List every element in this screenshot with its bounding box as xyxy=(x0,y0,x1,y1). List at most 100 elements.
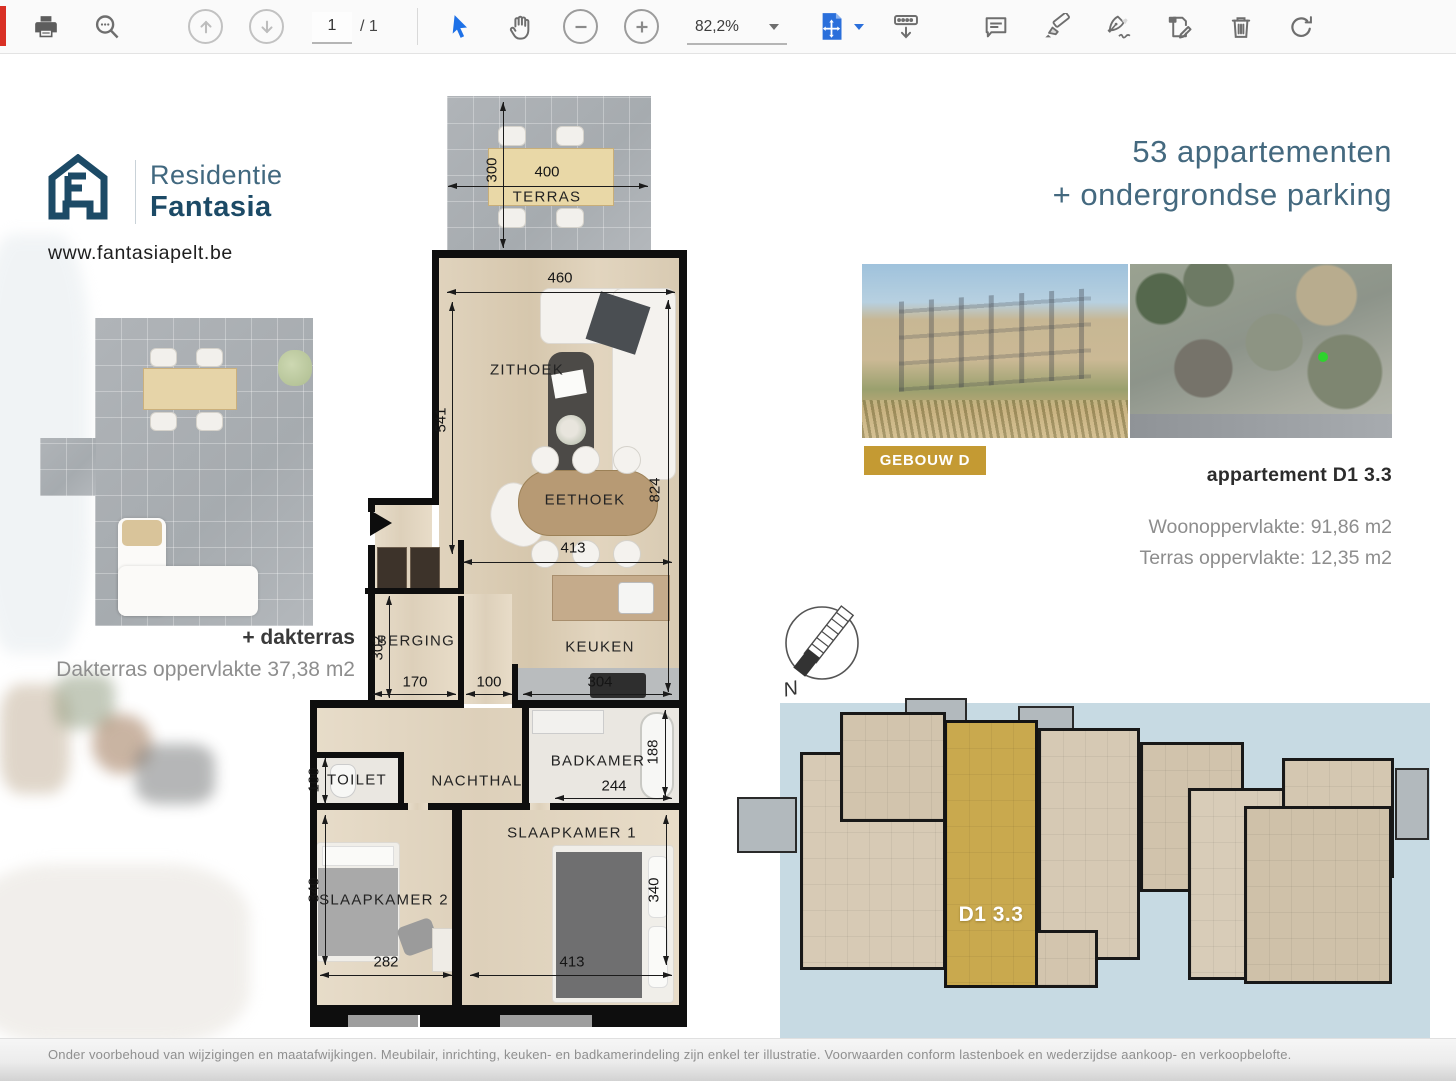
wall xyxy=(458,540,464,592)
wall xyxy=(368,498,439,505)
furniture-chair xyxy=(613,540,641,568)
dimension-line xyxy=(470,975,672,976)
furniture-cushion xyxy=(122,520,162,546)
overview-unit-highlighted xyxy=(944,720,1038,988)
comment-tool-button[interactable] xyxy=(978,0,1014,53)
dimension-label: 244 xyxy=(601,778,626,795)
compass-n-label: N xyxy=(781,677,800,701)
headline-line2: + ondergrondse parking xyxy=(890,173,1392,216)
page-footer: Onder voorbehoud van wijzigingen en maat… xyxy=(0,1038,1456,1081)
fit-page-button[interactable] xyxy=(814,0,848,53)
floor-overview: D1 3.3 xyxy=(780,703,1430,1040)
wall xyxy=(310,700,464,708)
zoom-out-button[interactable] xyxy=(563,0,598,53)
furniture-blanket xyxy=(318,868,398,956)
wall xyxy=(316,803,679,810)
zoom-in-button[interactable] xyxy=(624,0,659,53)
furniture-chair xyxy=(150,412,177,431)
dimension-line xyxy=(463,562,672,563)
location-dot xyxy=(1318,352,1328,362)
wall xyxy=(316,752,404,758)
brand-name: Residentie Fantasia xyxy=(135,160,283,224)
room-label-terras: TERRAS xyxy=(513,189,582,206)
chevron-down-icon xyxy=(769,24,779,30)
page-number-input[interactable]: 1 xyxy=(312,12,352,44)
wall xyxy=(522,708,529,803)
highlight-tool-button[interactable] xyxy=(1040,0,1076,53)
hand-tool-button[interactable] xyxy=(503,0,539,53)
wall xyxy=(592,1005,687,1027)
wall xyxy=(452,810,462,1008)
dimension-label: 188 xyxy=(645,739,662,764)
door-opening xyxy=(408,803,428,810)
dimension-label: 300 xyxy=(484,157,501,182)
furniture-pillow xyxy=(322,846,394,866)
background-sofa xyxy=(0,864,250,1044)
building-photo xyxy=(862,264,1128,438)
dimension-line xyxy=(503,102,504,248)
dimension-line xyxy=(373,694,456,695)
dakterras-subtitle: Dakterras oppervlakte 37,38 m2 xyxy=(5,658,355,682)
furniture-chair xyxy=(531,540,559,568)
brand-logo xyxy=(46,154,110,225)
furniture-cabinet xyxy=(410,547,440,589)
sign-tool-button[interactable] xyxy=(1101,0,1137,53)
brand-line1: Residentie xyxy=(150,160,283,190)
page-total-label: / 1 xyxy=(360,12,378,42)
furniture-plant xyxy=(278,350,312,386)
furniture-sofa xyxy=(118,566,258,616)
dimension-line xyxy=(523,694,672,695)
furniture-chair xyxy=(556,208,584,228)
dimension-line xyxy=(555,798,672,799)
dimension-line xyxy=(665,710,666,796)
select-tool-button[interactable] xyxy=(443,0,477,53)
room-label-slaapkamer2: SLAAPKAMER 2 xyxy=(319,892,449,909)
wall xyxy=(420,1005,500,1027)
dimension-label: 170 xyxy=(402,674,427,691)
dimension-label: 340 xyxy=(646,877,663,902)
edit-page-button[interactable] xyxy=(1161,0,1197,53)
scroll-mode-button[interactable] xyxy=(888,0,924,53)
room-label-eethoek: EETHOEK xyxy=(545,492,626,509)
dimension-line xyxy=(452,302,453,554)
zoom-level-value: 82,2% xyxy=(695,18,739,36)
furniture-vanity xyxy=(532,710,604,734)
print-button[interactable] xyxy=(30,0,62,53)
rotate-button[interactable] xyxy=(1283,0,1319,53)
street xyxy=(1130,414,1392,438)
furniture-chair xyxy=(572,446,600,474)
dimension-line xyxy=(325,815,326,965)
dimension-line xyxy=(448,186,648,187)
chevron-down-icon xyxy=(854,24,864,30)
dimension-label: 304 xyxy=(587,674,612,691)
wall xyxy=(432,250,686,258)
next-page-button[interactable] xyxy=(249,0,284,53)
building-grasses xyxy=(862,400,1128,438)
overview-unit-label: D1 3.3 xyxy=(946,903,1036,927)
furniture-cabinet xyxy=(377,547,407,589)
room-label-keuken: KEUKEN xyxy=(565,639,635,656)
building-facade xyxy=(899,289,1091,393)
furniture-chair xyxy=(150,348,177,367)
previous-page-button[interactable] xyxy=(188,0,223,53)
overview-terrace xyxy=(737,797,797,853)
dimension-label: 413 xyxy=(559,954,584,971)
dimension-line xyxy=(320,975,452,976)
dimension-label: 100 xyxy=(476,674,501,691)
wall xyxy=(432,250,439,498)
headline-line1: 53 appartementen xyxy=(890,130,1392,173)
wall xyxy=(368,545,375,707)
search-button[interactable] xyxy=(90,0,124,53)
delete-button[interactable] xyxy=(1223,0,1259,53)
furniture-chair xyxy=(531,446,559,474)
furniture-blanket xyxy=(556,852,642,998)
disclaimer-text: Onder voorbehoud van wijzigingen en maat… xyxy=(48,1047,1291,1062)
overview-terrace xyxy=(1395,768,1429,840)
furniture-table xyxy=(143,368,237,410)
furniture-chair xyxy=(196,412,223,431)
furniture-chair xyxy=(196,348,223,367)
zoom-level-dropdown[interactable]: 82,2% xyxy=(687,10,787,45)
fit-options-caret[interactable] xyxy=(852,0,866,53)
furniture-chair xyxy=(613,446,641,474)
wall xyxy=(365,588,464,594)
